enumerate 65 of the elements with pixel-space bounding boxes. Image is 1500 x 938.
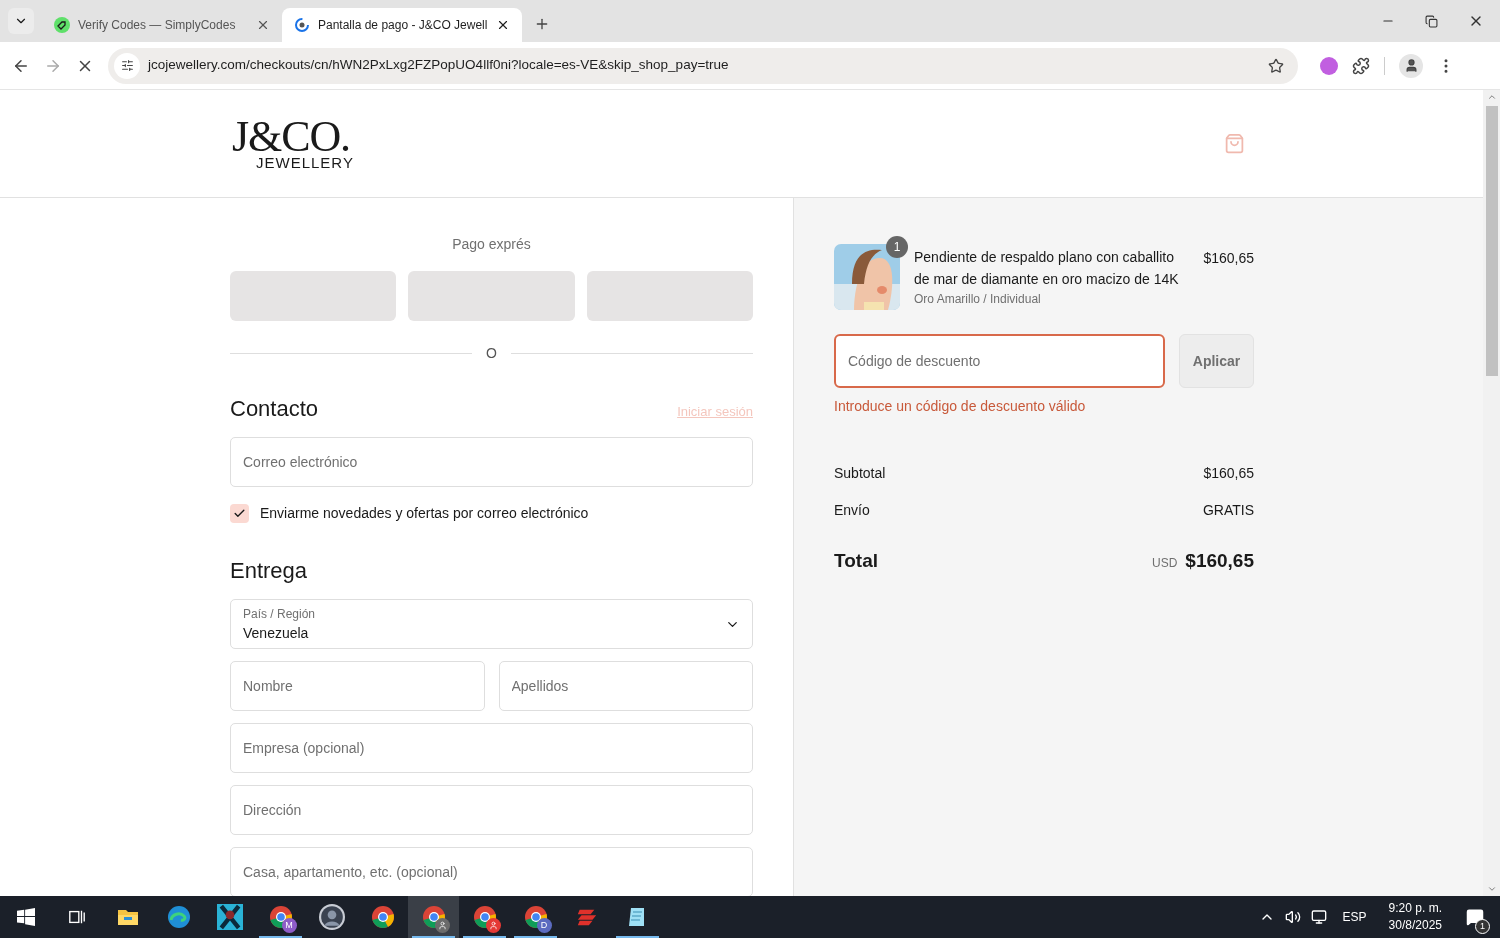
field-label: País / Región	[243, 605, 317, 623]
taskbar-button[interactable]: D	[510, 896, 561, 938]
task-view-icon	[67, 908, 86, 926]
store-logo[interactable]: J&CO. JEWELLERY	[232, 117, 354, 170]
volume-icon[interactable]	[1284, 909, 1301, 925]
game-icon	[216, 904, 243, 930]
scrollbar[interactable]	[1483, 90, 1500, 896]
edge-icon	[166, 905, 191, 929]
apply-button[interactable]: Aplicar	[1179, 334, 1254, 388]
tab-title: Pantalla de pago - J&CO Jewell	[318, 17, 488, 34]
section-title: Entrega	[230, 557, 309, 585]
browser-tab[interactable]: Pantalla de pago - J&CO Jewell	[282, 8, 522, 42]
site-settings-icon[interactable]	[120, 59, 134, 72]
restore-icon[interactable]	[1425, 14, 1438, 28]
clock-time[interactable]: 9:20 p. m.	[1388, 900, 1442, 917]
text-field[interactable]: Nombre	[230, 661, 485, 711]
text-field[interactable]: Dirección	[230, 785, 753, 835]
taskbar-button[interactable]	[408, 896, 459, 938]
bookmark-star-icon[interactable]	[1268, 57, 1284, 74]
total-label: Total	[834, 549, 878, 573]
network-icon[interactable]	[1310, 909, 1327, 925]
checkbox-label: Enviarme novedades y ofertas por correo electrónico	[260, 504, 589, 523]
extension-icon[interactable]	[1320, 56, 1338, 75]
currency-code: USD	[1151, 555, 1178, 572]
windows-icon	[16, 908, 35, 926]
product-name: Pendiente de respaldo plano con caballito de mar de diamante en oro macizo de 14K	[914, 248, 1180, 289]
avatar-icon	[318, 904, 345, 930]
tag-icon	[54, 17, 70, 33]
error-message: Introduce un código de descuento válido	[834, 397, 1087, 416]
text-field[interactable]: Empresa (opcional)	[230, 723, 753, 773]
url-text: jcojewellery.com/checkouts/cn/hWN2PxLxg2FZPopUO4llf0ni?locale=es-VE&skip_shop_pay=true	[148, 56, 730, 75]
section-title: Contacto	[230, 395, 319, 423]
language-indicator[interactable]: ESP	[1336, 908, 1373, 926]
product-variant: Oro Amarillo / Individual	[914, 291, 1042, 308]
summary-label: Subtotal	[834, 464, 886, 483]
text-field[interactable]: Casa, apartamento, etc. (opcional)	[230, 847, 753, 896]
checkbox[interactable]	[230, 504, 249, 523]
divider-label: O	[486, 344, 497, 363]
field-value: Venezuela	[243, 623, 310, 643]
profile-icon[interactable]	[1399, 53, 1423, 78]
clock-date[interactable]: 30/8/2025	[1388, 917, 1442, 934]
browser-tab[interactable]: Verify Codes — SimplyCodes	[42, 8, 282, 42]
scrollbar-thumb[interactable]	[1485, 106, 1498, 376]
chrome-icon	[370, 905, 395, 929]
new-tab-icon[interactable]	[534, 16, 550, 32]
address-bar[interactable]: jcojewellery.com/checkouts/cn/hWN2PxLxg2FZPopUO4llf0ni?locale=es-VE&skip_shop_pay=true	[108, 47, 1298, 84]
text-field[interactable]: Correo electrónico	[230, 437, 753, 487]
tab-title: Verify Codes — SimplyCodes	[78, 17, 237, 34]
loading-spinner-icon	[294, 17, 310, 33]
discount-code-field[interactable]: Código de descuento	[834, 334, 1165, 388]
close-icon[interactable]	[496, 18, 510, 32]
notification-count: 1	[1475, 919, 1490, 934]
section-label: Pago exprés	[451, 235, 532, 254]
summary-value: GRATIS	[1202, 501, 1254, 520]
country-select[interactable]: País / Región Venezuela	[230, 599, 753, 649]
product-price: $160,65	[1203, 249, 1254, 268]
check-icon	[233, 507, 246, 520]
extensions-icon[interactable]	[1352, 56, 1370, 75]
quantity-badge: 1	[886, 236, 908, 258]
total-amount: $160,65	[1185, 549, 1254, 573]
text-field[interactable]: Apellidos	[498, 661, 753, 711]
tab-list-button[interactable]	[8, 8, 34, 34]
taskbar-button[interactable]: M	[255, 896, 306, 938]
summary-value: $160,65	[1203, 464, 1254, 483]
summary-label: Envío	[834, 501, 870, 520]
